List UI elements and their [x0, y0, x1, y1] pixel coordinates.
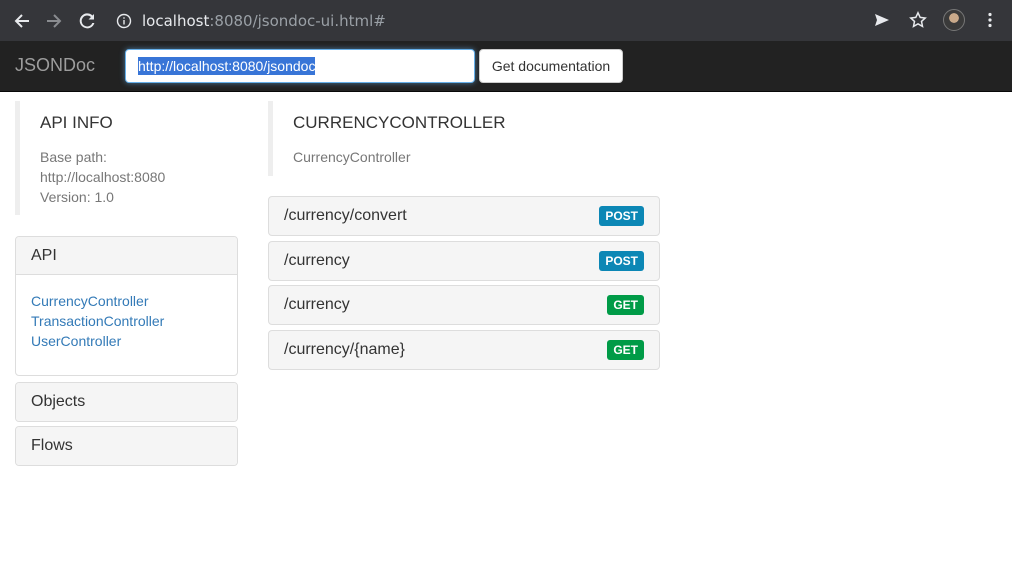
url-input-value: http://localhost:8080/jsondoc — [138, 57, 316, 75]
sidebar-link-currency-controller[interactable]: CurrencyController — [31, 291, 222, 311]
method-badge: GET — [607, 295, 644, 315]
api-version: Version: 1.0 — [40, 189, 114, 205]
flows-panel: Flows — [15, 426, 238, 466]
controller-title: CURRENCYCONTROLLER — [293, 113, 506, 132]
brand[interactable]: JSONDoc — [15, 55, 95, 76]
method-row[interactable]: /currency/convert POST — [268, 196, 660, 236]
controller-description: CurrencyController — [293, 149, 411, 165]
api-info: API INFO Base path: http://localhost:808… — [15, 101, 237, 215]
method-row[interactable]: /currency GET — [268, 285, 660, 325]
send-icon[interactable] — [868, 6, 896, 34]
method-row[interactable]: /currency/{name} GET — [268, 330, 660, 370]
method-badge: GET — [607, 340, 644, 360]
method-path: /currency — [284, 252, 350, 269]
method-path: /currency — [284, 296, 350, 313]
controller-header: CURRENCYCONTROLLER CurrencyController — [268, 101, 668, 176]
get-documentation-button[interactable]: Get documentation — [479, 49, 623, 83]
base-path-label: Base path: — [40, 149, 107, 165]
api-panel: API CurrencyController TransactionContro… — [15, 236, 238, 376]
avatar[interactable] — [940, 6, 968, 34]
method-badge: POST — [599, 206, 644, 226]
reload-icon[interactable] — [72, 6, 102, 36]
flows-panel-heading[interactable]: Flows — [16, 427, 237, 465]
app-navbar: JSONDoc http://localhost:8080/jsondoc Ge… — [0, 41, 1012, 92]
sidebar-link-user-controller[interactable]: UserController — [31, 331, 222, 351]
sidebar-link-transaction-controller[interactable]: TransactionController — [31, 311, 222, 331]
url-host: localhost — [142, 11, 210, 30]
objects-panel-heading[interactable]: Objects — [16, 383, 237, 421]
star-icon[interactable] — [904, 6, 932, 34]
method-badge: POST — [599, 251, 644, 271]
menu-icon[interactable] — [976, 6, 1004, 34]
method-path: /currency/convert — [284, 207, 407, 224]
info-icon[interactable] — [116, 13, 132, 29]
method-row[interactable]: /currency POST — [268, 241, 660, 281]
objects-panel: Objects — [15, 382, 238, 422]
api-panel-body: CurrencyController TransactionController… — [16, 275, 237, 375]
api-info-title: API INFO — [40, 113, 113, 132]
back-icon[interactable] — [7, 6, 37, 36]
jsondoc-url-input[interactable]: http://localhost:8080/jsondoc — [125, 49, 475, 83]
address-bar[interactable]: localhost:8080/jsondoc-ui.html# — [116, 10, 386, 31]
forward-icon[interactable] — [39, 6, 69, 36]
method-path: /currency/{name} — [284, 341, 405, 358]
api-panel-heading[interactable]: API — [16, 237, 237, 275]
url-path: :8080/jsondoc-ui.html# — [209, 11, 386, 30]
base-path-value: http://localhost:8080 — [40, 169, 166, 185]
browser-toolbar: localhost:8080/jsondoc-ui.html# — [0, 0, 1012, 41]
